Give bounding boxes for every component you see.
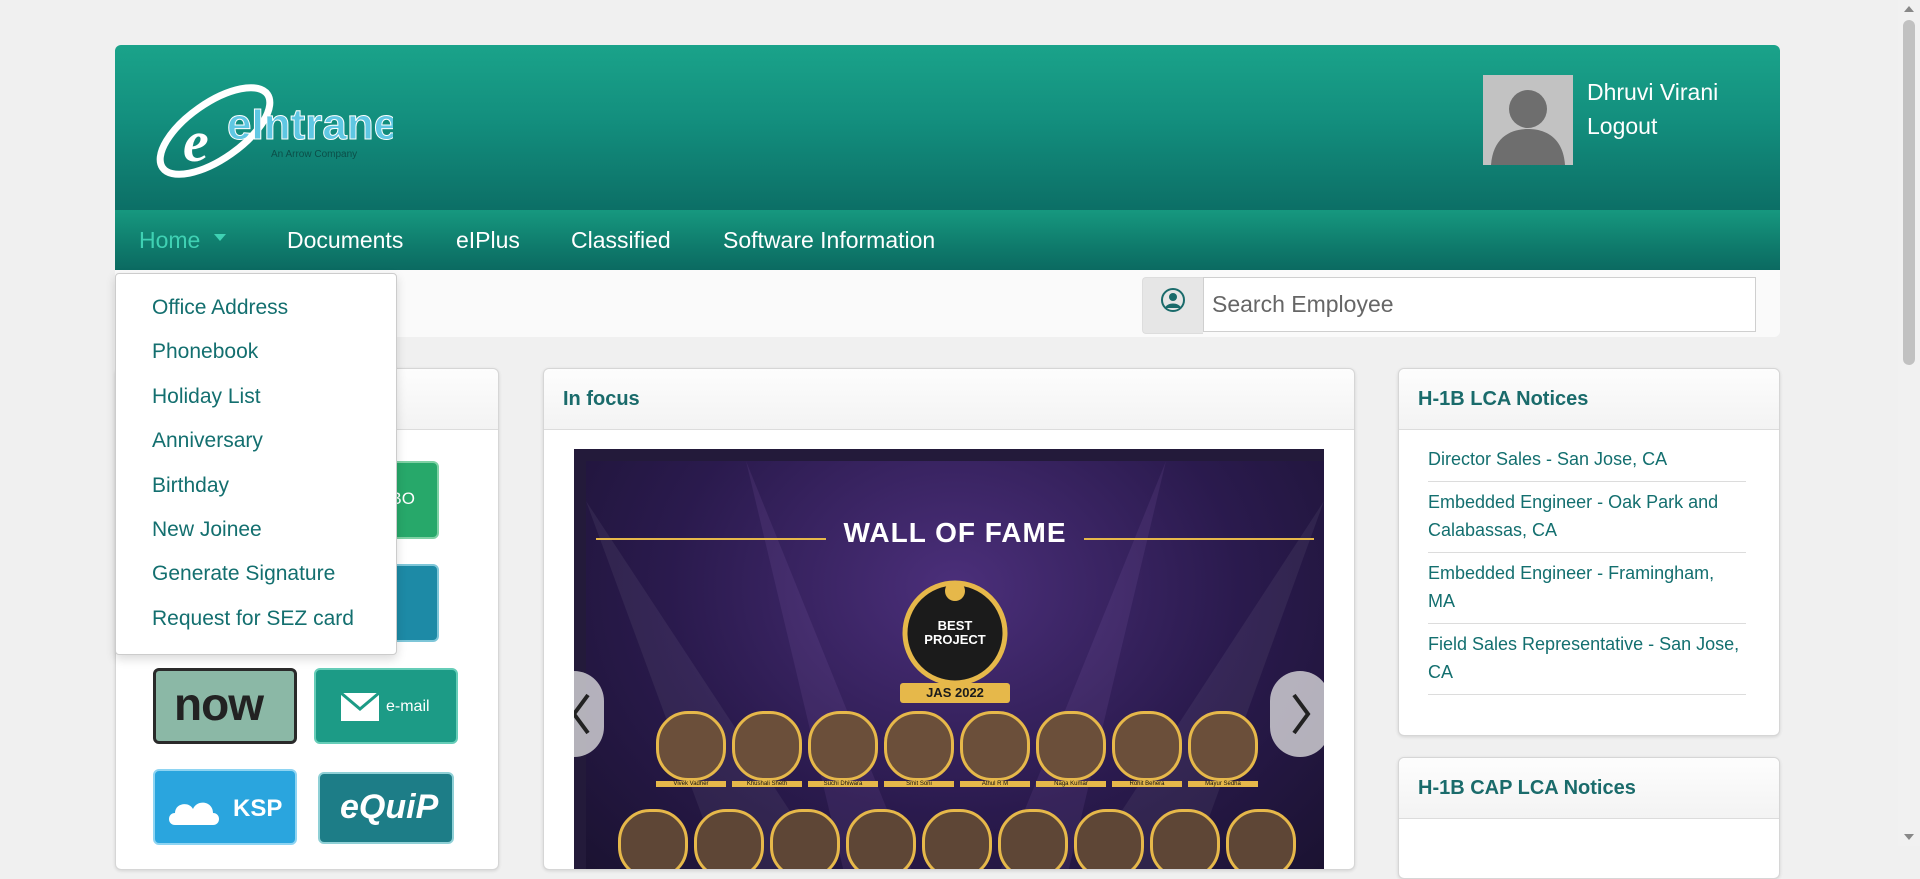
- person-photo: [960, 711, 1030, 781]
- people-row: Vivek Vadher Khushali Sheth Suchi Dhiwar…: [656, 711, 1258, 801]
- people-row-2: [618, 809, 1298, 869]
- person-name: Khushali Sheth: [732, 781, 802, 787]
- nav-documents[interactable]: Documents: [287, 210, 403, 270]
- lca-notices-title: H-1B LCA Notices: [1399, 369, 1779, 430]
- avatar[interactable]: [1483, 75, 1573, 165]
- person-name: Suchi Dhiwara: [808, 781, 878, 787]
- menu-item-new-joinee[interactable]: New Joinee: [152, 518, 262, 542]
- carousel-next-button[interactable]: [1270, 671, 1324, 757]
- person-photo: [732, 711, 802, 781]
- cap-lca-notices-panel: H-1B CAP LCA Notices: [1398, 757, 1780, 879]
- logo-wordmark: eIntranet: [227, 100, 393, 149]
- scroll-down-icon[interactable]: [1904, 834, 1914, 840]
- person-photo: [998, 809, 1068, 869]
- person-name: Mayur Sedha: [1188, 781, 1258, 787]
- logout-link[interactable]: Logout: [1587, 109, 1718, 143]
- equip-tile[interactable]: eQuiP: [318, 772, 454, 844]
- person-icon: [1161, 288, 1185, 312]
- person-photo: [884, 711, 954, 781]
- person-photo: [656, 711, 726, 781]
- menu-item-office-address[interactable]: Office Address: [152, 296, 288, 320]
- lca-notices-panel: H-1B LCA Notices Director Sales - San Jo…: [1398, 368, 1780, 736]
- wall-of-fame-title: WALL OF FAME: [843, 517, 1067, 548]
- caret-down-icon: [214, 234, 227, 242]
- cap-lca-notices-title: H-1B CAP LCA Notices: [1399, 758, 1779, 819]
- person-name: Rohit Behera: [1112, 781, 1182, 787]
- nav-classified[interactable]: Classified: [571, 210, 671, 270]
- person-photo: [1036, 711, 1106, 781]
- person-photo: [1150, 809, 1220, 869]
- menu-item-phonebook[interactable]: Phonebook: [152, 340, 258, 364]
- nav-eiplus[interactable]: eIPlus: [456, 210, 520, 270]
- person-name: Smit Soni: [884, 781, 954, 787]
- user-name[interactable]: Dhruvi Virani: [1587, 75, 1718, 109]
- badge-line2: PROJECT: [924, 632, 986, 647]
- person-photo: [618, 809, 688, 869]
- search-addon: [1142, 277, 1203, 334]
- now-label: now: [174, 678, 264, 730]
- badge-line1: BEST: [937, 618, 973, 633]
- ksp-label: KSP: [233, 795, 283, 822]
- logo-tagline: An Arrow Company: [271, 149, 357, 160]
- page-scrollbar[interactable]: [1898, 0, 1920, 846]
- carousel: WALL OF FAME BEST PROJECT JAS 2022 Vivek…: [574, 449, 1324, 869]
- lca-notice-link[interactable]: Embedded Engineer - Framingham, MA: [1428, 553, 1746, 624]
- scroll-up-icon[interactable]: [1904, 6, 1914, 12]
- lca-notice-link[interactable]: Embedded Engineer - Oak Park and Calabas…: [1428, 482, 1746, 553]
- menu-item-generate-signature[interactable]: Generate Signature: [152, 562, 335, 586]
- person-photo: [1188, 711, 1258, 781]
- menu-item-birthday[interactable]: Birthday: [152, 474, 229, 498]
- person-photo: [846, 809, 916, 869]
- site-header: e eIntranet An Arrow Company Dhruvi Vira…: [115, 45, 1780, 210]
- person-photo: [808, 711, 878, 781]
- chevron-left-icon: [574, 693, 590, 735]
- home-dropdown-menu: Office Address Phonebook Holiday List An…: [115, 273, 397, 655]
- person-photo: [770, 809, 840, 869]
- person-name: Vivek Vadher: [656, 781, 726, 787]
- cloud-icon: [169, 802, 219, 825]
- lca-notice-list: Director Sales - San Jose, CA Embedded E…: [1428, 439, 1746, 695]
- user-block: Dhruvi Virani Logout: [1587, 75, 1718, 143]
- menu-item-holiday-list[interactable]: Holiday List: [152, 385, 261, 409]
- nav-home[interactable]: Home: [139, 210, 227, 270]
- scroll-thumb[interactable]: [1903, 20, 1915, 365]
- person-photo: [694, 809, 764, 869]
- menu-item-request-sez-card[interactable]: Request for SEZ card: [152, 607, 354, 631]
- nav-home-label: Home: [139, 227, 201, 253]
- envelope-icon: [340, 692, 380, 721]
- person-photo: [1074, 809, 1144, 869]
- email-tile[interactable]: e-mail: [314, 668, 458, 744]
- main-nav: Home Documents eIPlus Classified Softwar…: [115, 210, 1780, 270]
- user-silhouette-icon: [1483, 75, 1573, 165]
- in-focus-title: In focus: [544, 369, 1354, 430]
- chevron-right-icon: [1292, 693, 1311, 735]
- person-photo: [1226, 809, 1296, 869]
- email-label: e-mail: [386, 698, 430, 715]
- person-name: Athul R M: [960, 781, 1030, 787]
- search-employee-input[interactable]: [1203, 277, 1756, 332]
- wall-of-fame-banner[interactable]: WALL OF FAME BEST PROJECT JAS 2022 Vivek…: [586, 461, 1324, 869]
- badge-ribbon: JAS 2022: [926, 685, 984, 700]
- carousel-prev-button[interactable]: [574, 671, 604, 757]
- equip-label: eQuiP: [340, 788, 439, 826]
- servicenow-tile[interactable]: now: [153, 668, 297, 744]
- person-photo: [1112, 711, 1182, 781]
- lca-notice-link[interactable]: Field Sales Representative - San Jose, C…: [1428, 624, 1746, 695]
- lca-notice-link[interactable]: Director Sales - San Jose, CA: [1428, 439, 1746, 482]
- svg-text:e: e: [183, 109, 209, 174]
- person-photo: [922, 809, 992, 869]
- ksp-tile[interactable]: KSP: [153, 769, 297, 845]
- nav-software-information[interactable]: Software Information: [723, 210, 935, 270]
- eintranet-logo[interactable]: e eIntranet An Arrow Company: [143, 73, 393, 183]
- person-name: Naga Kumar: [1036, 781, 1106, 787]
- menu-item-anniversary[interactable]: Anniversary: [152, 429, 263, 453]
- in-focus-panel: In focus WALL OF FAME BEST PROJECT JAS 2…: [543, 368, 1355, 870]
